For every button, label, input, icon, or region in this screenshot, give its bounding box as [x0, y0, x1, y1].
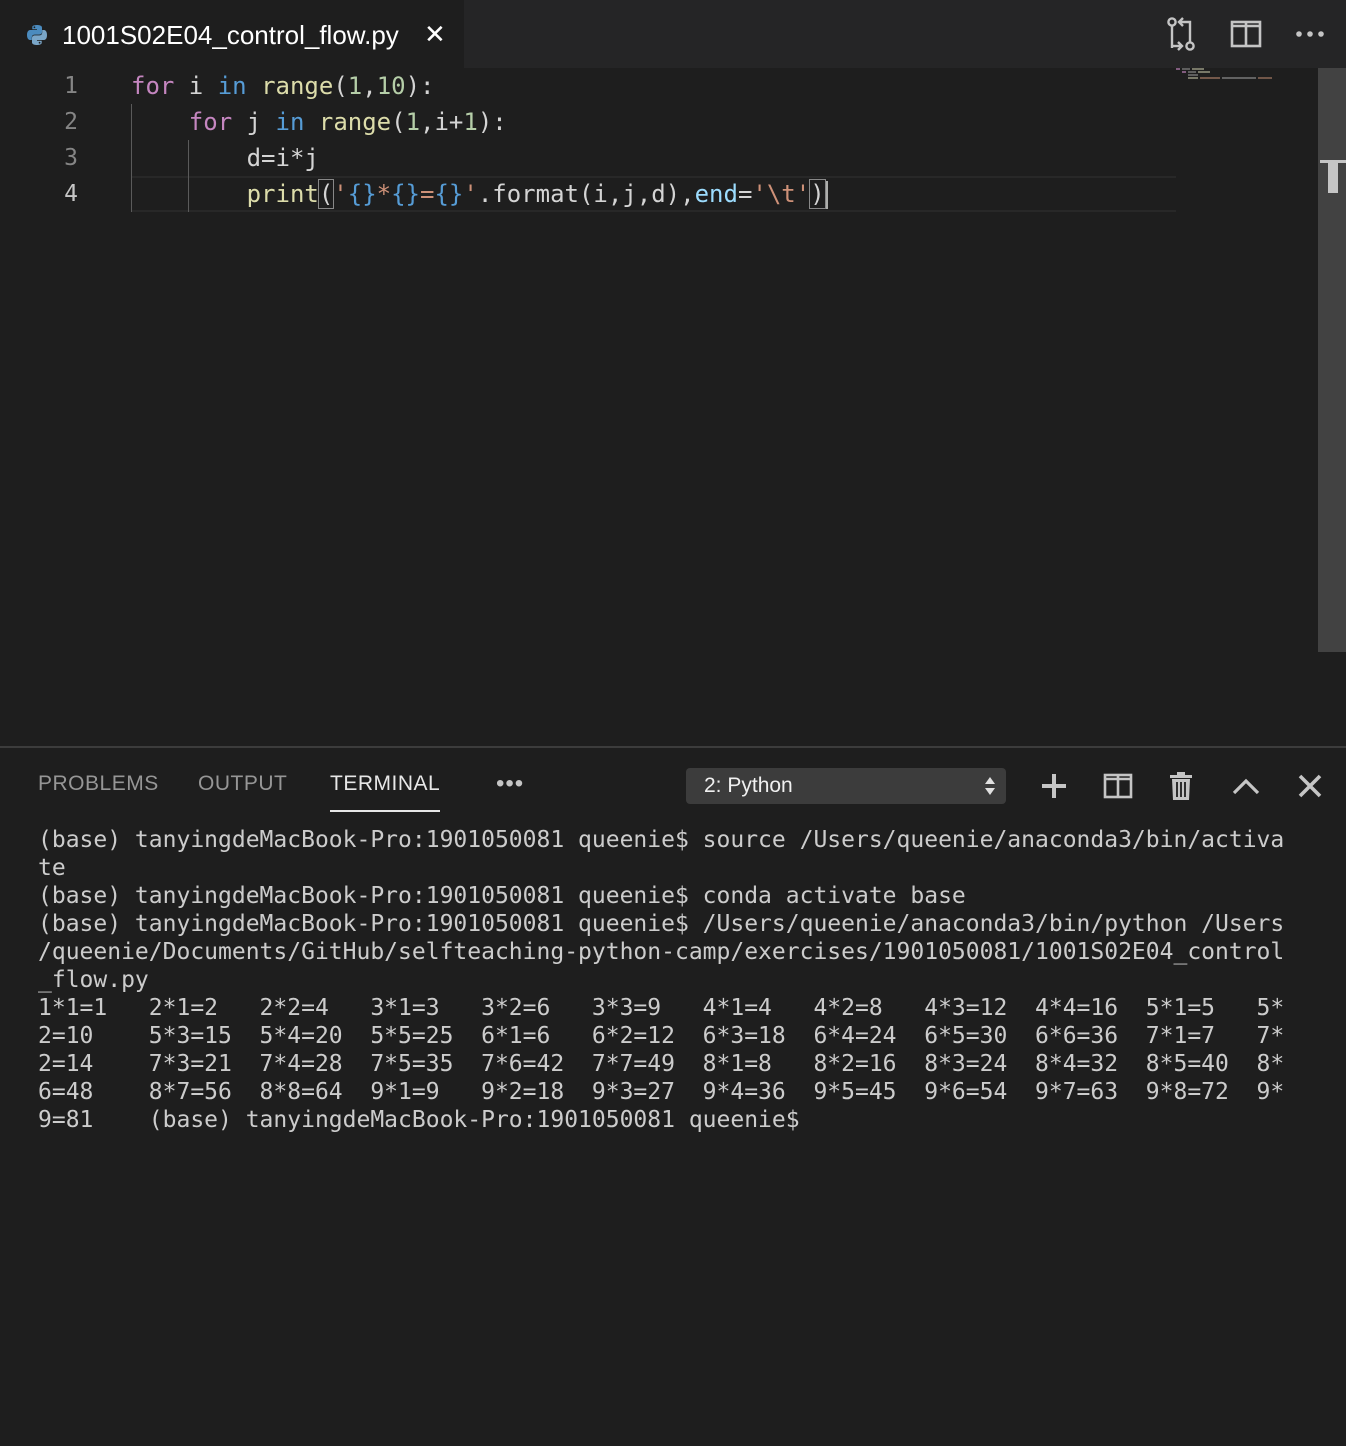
code-line-1: for i in range(1,10): — [131, 72, 435, 100]
bottom-panel: PROBLEMS OUTPUT TERMINAL ••• 2: Python (… — [0, 746, 1346, 1446]
select-arrows-icon — [985, 777, 995, 795]
split-editor-icon[interactable] — [1230, 16, 1264, 52]
maximize-panel-icon[interactable] — [1231, 770, 1261, 802]
tab-output[interactable]: OUTPUT — [198, 772, 287, 796]
code-area[interactable]: for i in range(1,10): for j in range(1,i… — [131, 68, 1176, 746]
terminal-selector-value: 2: Python — [704, 774, 793, 797]
terminal-line: 9=81 (base) tanyingdeMacBook-Pro:1901050… — [38, 1107, 800, 1133]
close-panel-icon[interactable] — [1295, 770, 1325, 802]
code-editor[interactable]: 1 2 3 4 for i in range(1,10): for j in r… — [0, 68, 1346, 746]
terminal-line: (base) tanyingdeMacBook-Pro:1901050081 q… — [38, 883, 966, 909]
editor-scrollbar-thumb[interactable] — [1318, 68, 1346, 652]
line-number-active: 4 — [64, 181, 78, 207]
terminal-output[interactable]: (base) tanyingdeMacBook-Pro:1901050081 q… — [38, 826, 1308, 1134]
add-terminal-icon[interactable] — [1039, 770, 1069, 802]
terminal-line: (base) tanyingdeMacBook-Pro:1901050081 q… — [38, 911, 1285, 937]
trash-icon[interactable] — [1166, 770, 1196, 802]
open-changes-icon[interactable] — [1164, 16, 1198, 52]
line-number: 2 — [64, 109, 78, 135]
terminal-line: (base) tanyingdeMacBook-Pro:1901050081 q… — [38, 827, 1285, 853]
more-actions-icon[interactable] — [1294, 16, 1328, 52]
code-line-2: for j in range(1,i+1): — [188, 108, 507, 136]
scrollbar-cursor-marker — [1328, 163, 1338, 193]
terminal-selector[interactable]: 2: Python — [686, 768, 1006, 804]
active-tab-indicator — [330, 810, 440, 812]
tab-terminal[interactable]: TERMINAL — [330, 772, 440, 796]
terminal-line: /queenie/Documents/GitHub/selfteaching-p… — [38, 939, 1285, 965]
terminal-line: _flow.py — [38, 967, 149, 993]
terminal-line: 1*1=1 2*1=2 2*2=4 3*1=3 3*2=6 3*3=9 4*1=… — [38, 995, 1285, 1021]
terminal-line: 2=10 5*3=15 5*4=20 5*5=25 6*1=6 6*2=12 6… — [38, 1023, 1285, 1049]
line-number: 1 — [64, 73, 78, 99]
python-icon — [27, 25, 47, 45]
terminal-line: te — [38, 855, 66, 881]
line-number: 3 — [64, 145, 78, 171]
tab-problems[interactable]: PROBLEMS — [38, 772, 159, 796]
terminal-line: 2=14 7*3=21 7*4=28 7*5=35 7*6=42 7*7=49 … — [38, 1051, 1285, 1077]
terminal-line: 6=48 8*7=56 8*8=64 9*1=9 9*2=18 9*3=27 9… — [38, 1079, 1285, 1105]
panel-more-icon[interactable]: ••• — [496, 770, 524, 798]
line-number-gutter: 1 2 3 4 — [0, 68, 100, 746]
close-tab-icon[interactable]: ✕ — [424, 20, 446, 48]
code-line-4: print('{}*{}={}'.format(i,j,d),end='\t') — [131, 176, 828, 212]
minimap[interactable] — [1176, 68, 1296, 108]
tab-filename: 1001S02E04_control_flow.py — [62, 20, 399, 50]
editor-tab-bar: 1001S02E04_control_flow.py ✕ — [0, 0, 1346, 68]
text-cursor — [825, 181, 828, 209]
code-line-3: d=i*j — [246, 144, 319, 172]
split-terminal-icon[interactable] — [1103, 770, 1133, 802]
editor-tab-active[interactable]: 1001S02E04_control_flow.py ✕ — [0, 0, 464, 68]
